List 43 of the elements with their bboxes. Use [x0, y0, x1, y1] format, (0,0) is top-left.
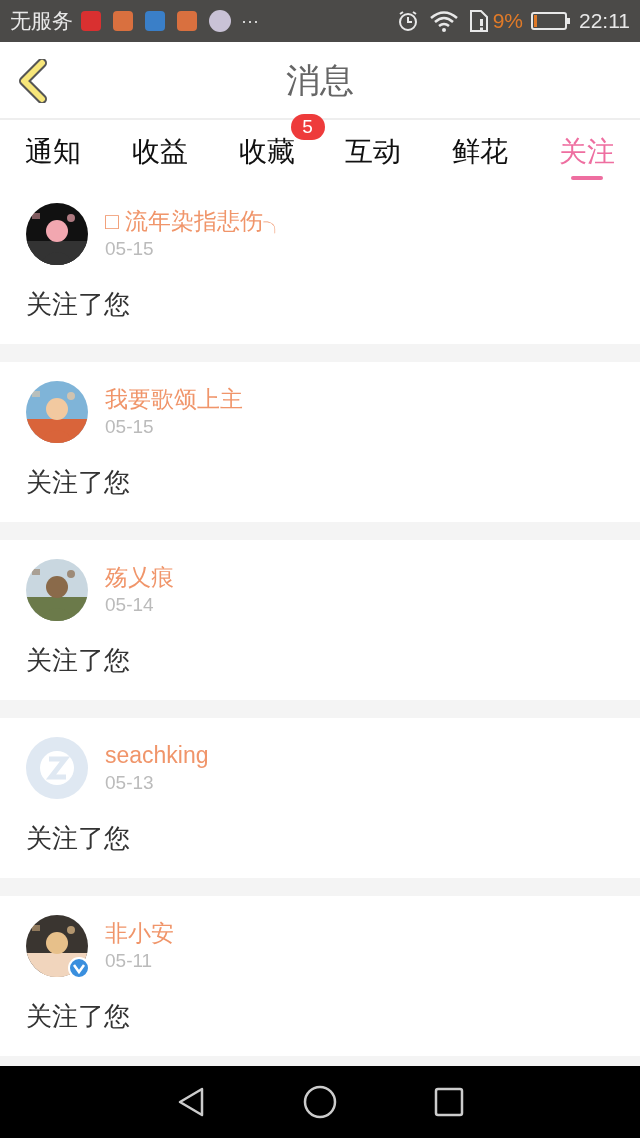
back-button[interactable] [16, 58, 50, 104]
notification-icon [209, 10, 231, 32]
home-button[interactable] [303, 1085, 337, 1119]
message-text: 关注了您 [26, 645, 131, 675]
back-triangle-icon [176, 1086, 206, 1118]
count-badge: 5 [290, 114, 325, 140]
recents-button[interactable] [432, 1085, 466, 1119]
sim-alert-icon [468, 9, 489, 33]
notification-icon [113, 11, 133, 31]
page-title: 消息 [286, 59, 354, 101]
date-text: 05-11 [105, 949, 154, 973]
message-text: 关注了您 [26, 467, 131, 497]
message-text: 关注了您 [26, 289, 131, 319]
back-icon [18, 59, 48, 103]
battery-percent-text: 9% [492, 8, 523, 35]
date-text: 05-14 [105, 593, 155, 617]
tab[interactable]: 互动 [345, 132, 402, 172]
recents-square-icon [434, 1087, 464, 1117]
carrier-text: 无服务 [10, 8, 73, 35]
message-card[interactable]: seachking 05-13 关注了您 [0, 718, 640, 878]
default-avatar-icon [26, 737, 88, 799]
notification-icon [177, 11, 197, 31]
notification-icon [145, 11, 165, 31]
clock-text: 22:11 [579, 8, 630, 35]
active-tab-underline [571, 176, 603, 180]
tab[interactable]: 鲜花 [452, 132, 509, 172]
alarm-icon [396, 10, 419, 32]
message-card[interactable]: 我要歌颂上主 05-15 关注了您 [0, 362, 640, 522]
message-card[interactable]: 殇乂痕 05-14 关注了您 [0, 540, 640, 700]
message-text: 关注了您 [26, 1001, 131, 1031]
tab[interactable]: 通知 [25, 132, 81, 172]
battery-icon [531, 11, 571, 31]
home-circle-icon [303, 1085, 337, 1119]
message-card[interactable]: □ 流年染指悲伤╮ 05-15 关注了您 [0, 184, 640, 344]
more-notifications-text: ··· [241, 9, 259, 33]
date-text: 05-15 [105, 237, 155, 261]
wifi-icon [428, 10, 459, 32]
message-card[interactable]: 非小安 05-11 关注了您 [0, 896, 640, 1056]
message-text: 关注了您 [26, 823, 131, 853]
date-text: 05-15 [105, 415, 155, 439]
tab[interactable]: 收益 [131, 132, 188, 172]
notification-icon [81, 11, 101, 31]
date-text: 05-13 [105, 771, 155, 795]
